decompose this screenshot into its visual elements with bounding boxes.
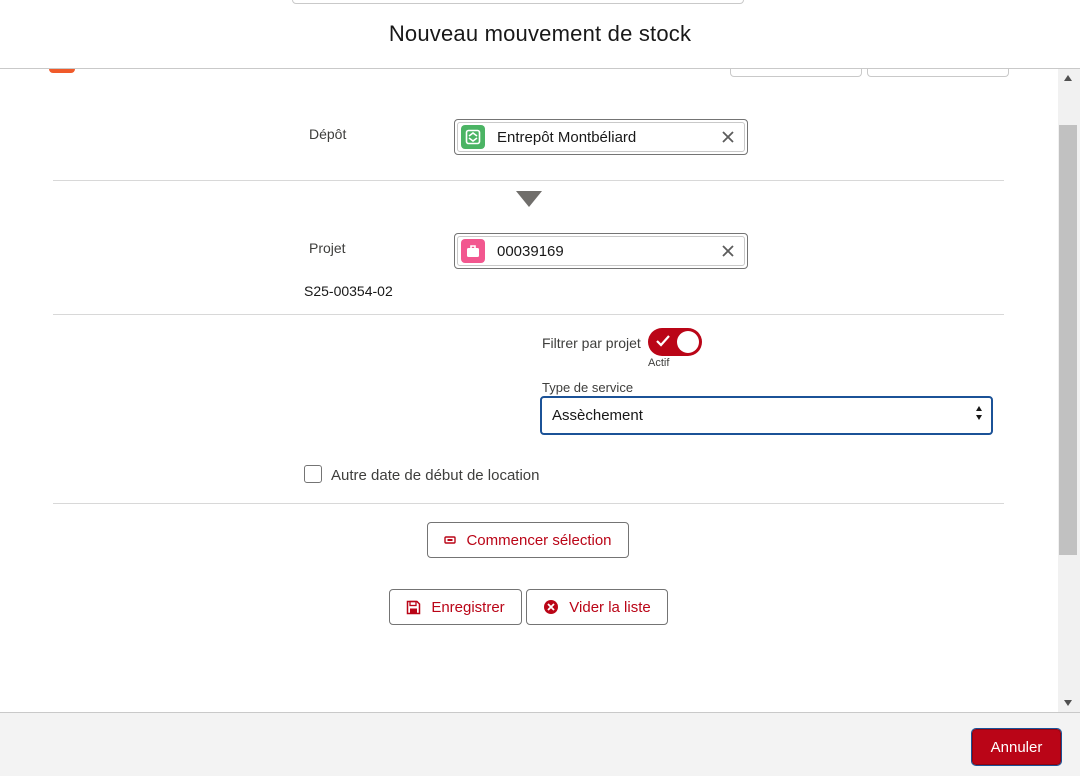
start-selection-button[interactable]: Commencer sélection [427,522,629,558]
section-divider [53,180,1004,181]
clear-list-button[interactable]: Vider la liste [526,589,668,625]
filter-state-label: Actif [648,357,670,369]
projet-pill[interactable]: 00039169 [457,236,745,266]
projet-clear-icon[interactable] [716,239,740,263]
arrow-down-icon [516,191,542,207]
depot-clear-icon[interactable] [716,125,740,149]
background-tab [292,0,744,4]
cancel-button[interactable]: Annuler [971,728,1062,766]
depot-pill[interactable]: Entrepôt Montbéliard [457,122,745,152]
modal-body: Dépôt Entrepôt Montbéliard Projet 000391… [0,69,1058,712]
barcode-icon [444,536,457,544]
save-icon [407,600,421,614]
service-type-value: Assèchement [552,407,643,424]
clear-list-label: Vider la liste [569,598,651,616]
projet-lookup-field[interactable]: 00039169 [454,233,748,269]
scrollbar[interactable] [1058,69,1080,712]
partial-icon [49,69,75,73]
select-arrows-icon [976,406,982,420]
alt-date-checkbox[interactable] [304,465,322,483]
close-circle-icon [544,600,559,614]
scroll-up-icon[interactable] [1064,75,1072,81]
hidden-button-1[interactable] [730,69,862,77]
hidden-button-2[interactable] [867,69,1009,77]
modal-title: Nouveau mouvement de stock [388,21,692,46]
check-icon [656,335,670,347]
depot-value: Entrepôt Montbéliard [497,128,637,146]
service-type-select[interactable]: Assèchement [540,396,993,435]
save-label: Enregistrer [431,598,505,616]
depot-lookup-field[interactable]: Entrepôt Montbéliard [454,119,748,155]
cancel-label: Annuler [990,738,1043,756]
briefcase-icon [461,239,485,263]
projet-value: 00039169 [497,242,564,260]
filter-toggle[interactable] [648,328,702,356]
section-divider [53,314,1004,315]
projet-reference: S25-00354-02 [304,283,393,299]
service-type-label: Type de service [542,380,634,395]
scroll-thumb[interactable] [1059,125,1077,555]
projet-label: Projet [309,240,346,256]
start-selection-label: Commencer sélection [466,531,612,549]
toggle-knob [677,331,699,353]
modal-header: Nouveau mouvement de stock [0,0,1080,69]
warehouse-icon [461,125,485,149]
section-divider [53,503,1004,504]
modal-footer: Annuler [0,712,1080,776]
scroll-down-icon[interactable] [1064,700,1072,706]
depot-label: Dépôt [309,126,347,142]
alt-date-label: Autre date de début de location [331,467,540,484]
new-stock-movement-modal: Nouveau mouvement de stock Dépôt Entrepô… [0,0,1080,776]
filter-label: Filtrer par projet [542,335,641,351]
save-button[interactable]: Enregistrer [389,589,522,625]
